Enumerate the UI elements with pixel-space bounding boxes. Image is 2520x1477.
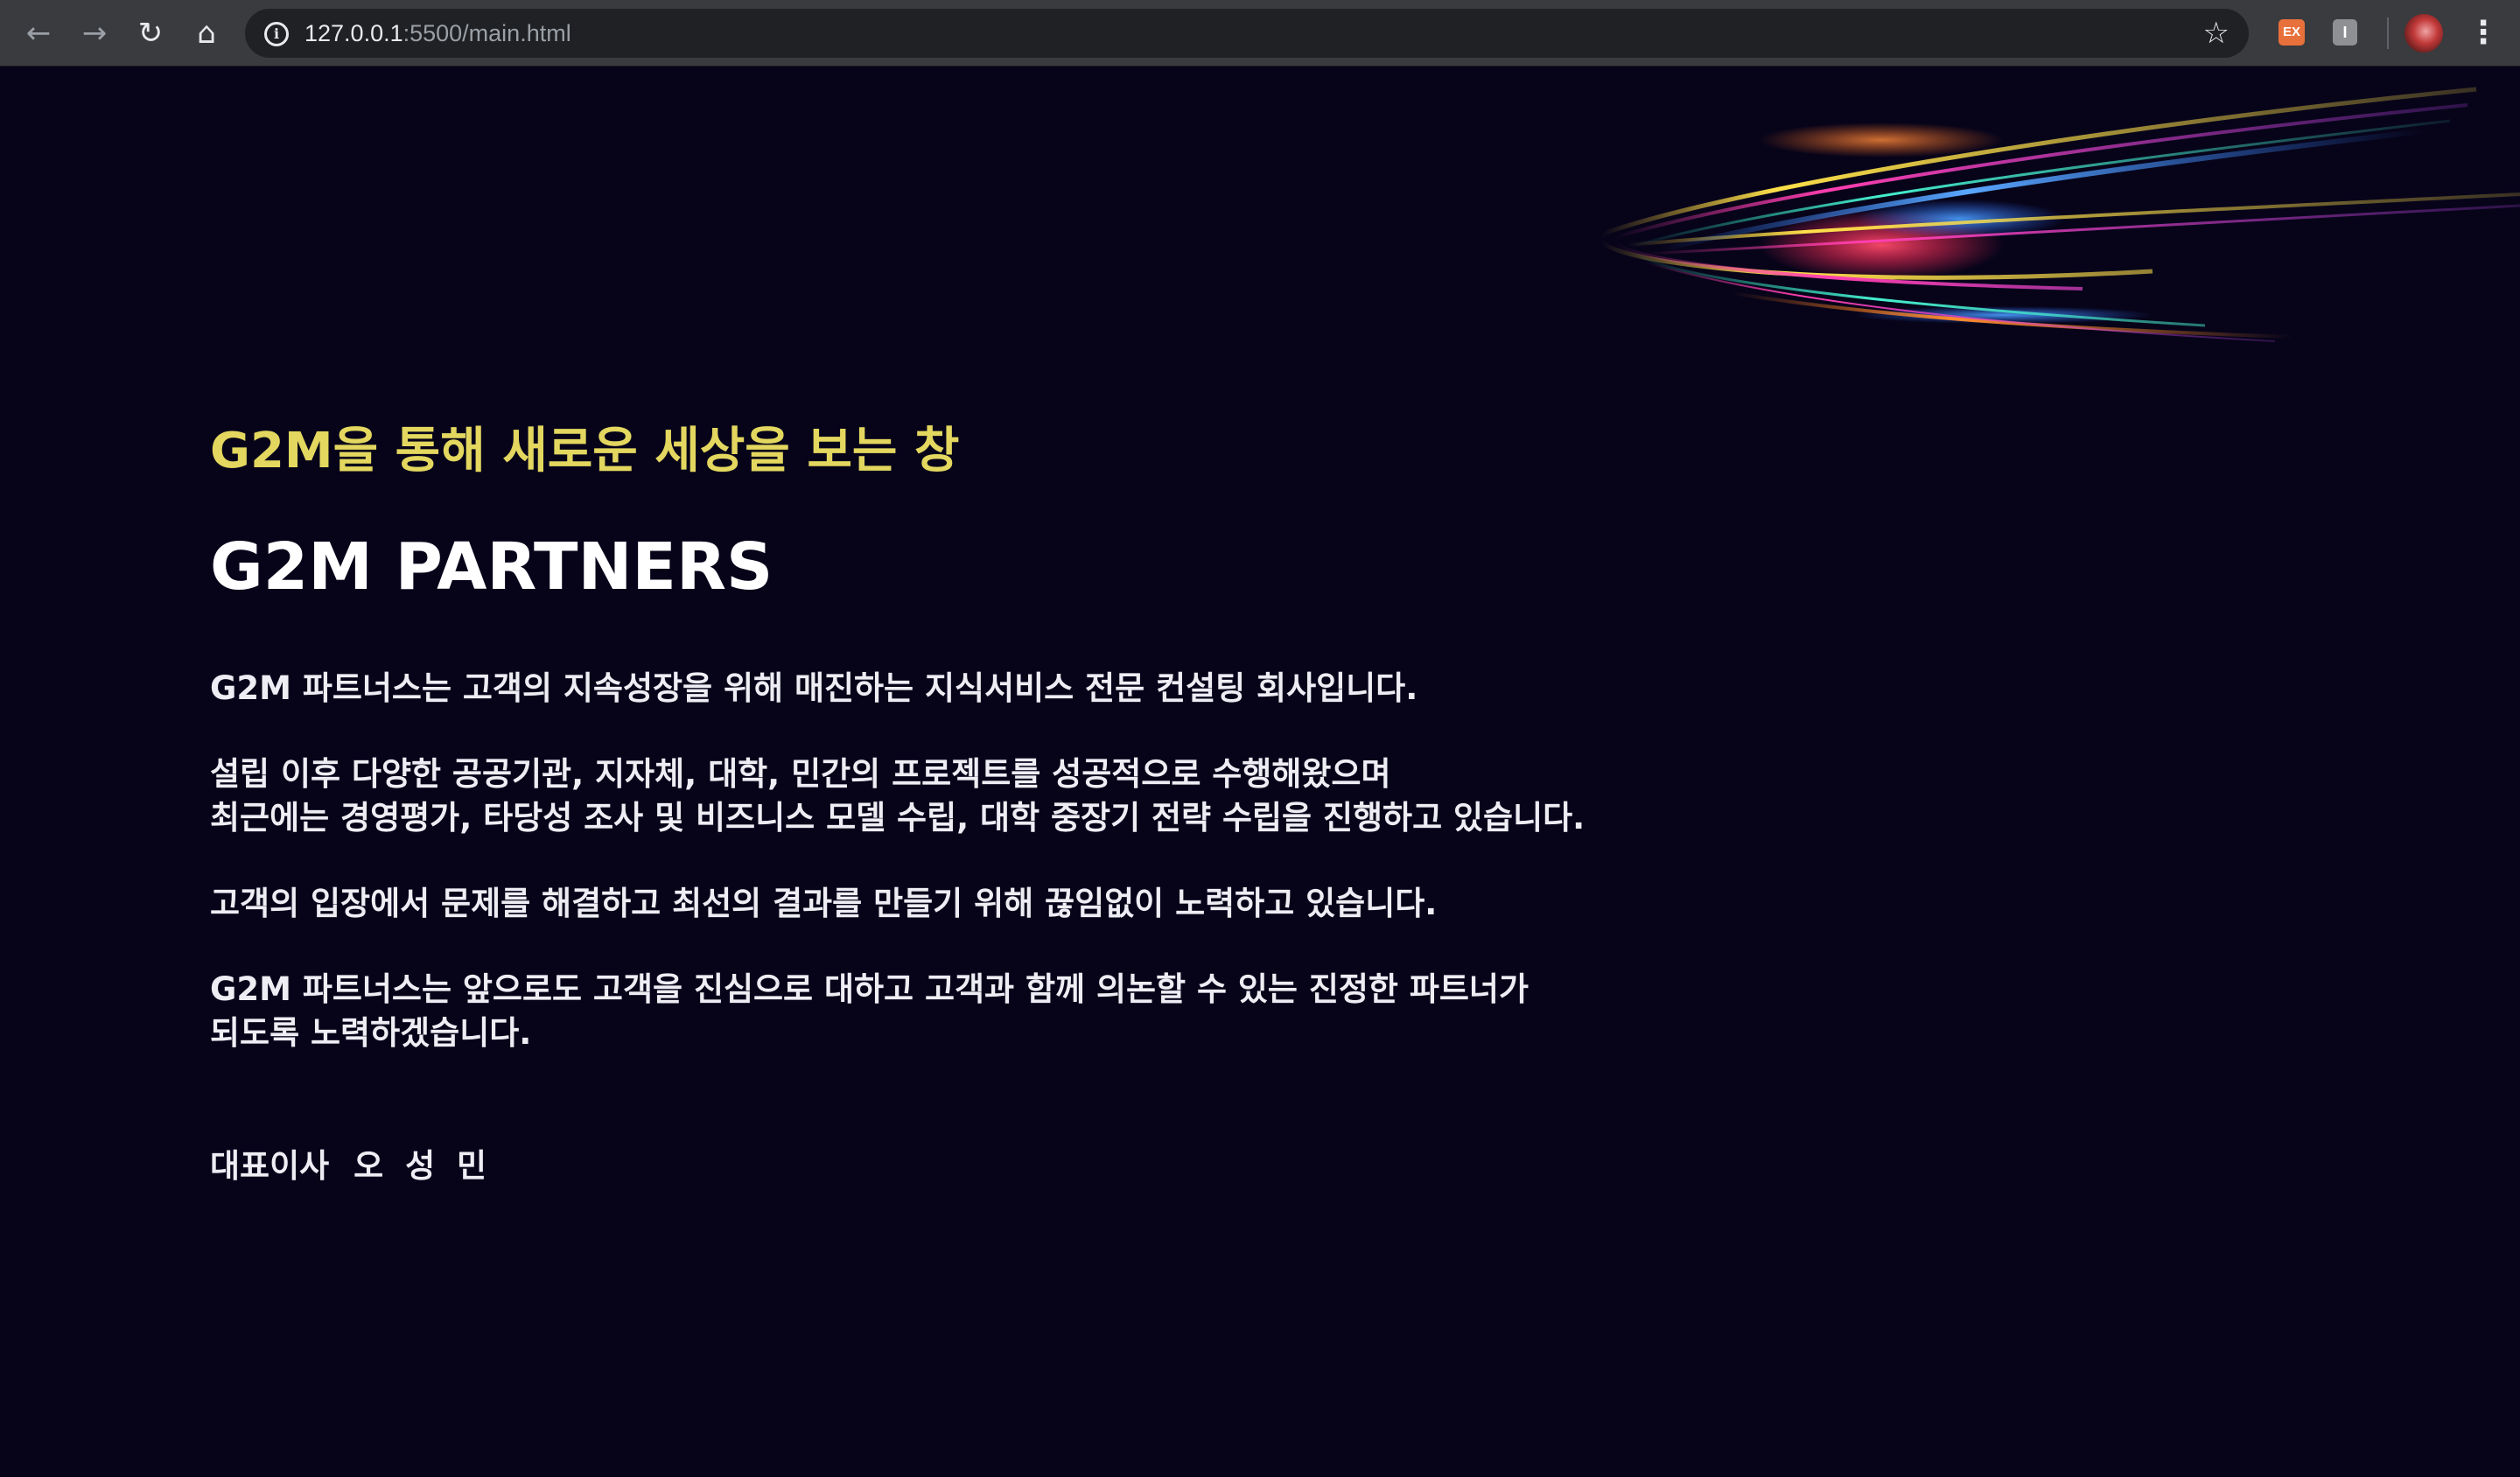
intro-paragraph: 고객의 입장에서 문제를 해결하고 최선의 결과를 만들기 위해 끊임없이 노력… — [210, 882, 1750, 926]
intro-line: G2M 파트너스는 앞으로도 고객을 진심으로 대하고 고객과 함께 의논할 수… — [210, 970, 1529, 1008]
menu-icon[interactable]: ⋮ — [2468, 12, 2499, 54]
browser-toolbar: ← → ↻ ⌂ i 127.0.0.1:5500/main.html ☆ EX … — [0, 0, 2520, 66]
toolbar-divider — [2387, 18, 2389, 49]
intro-line: 되도록 노력하겠습니다. — [210, 1014, 532, 1052]
url-text[interactable]: 127.0.0.1:5500/main.html — [304, 9, 571, 58]
page-tagline: G2M을 통해 새로운 세상을 보는 창 — [210, 423, 960, 480]
signature-title: 대표이사 — [210, 1147, 330, 1185]
url-path: :5500/main.html — [402, 20, 571, 46]
page-title: G2M PARTNERS — [210, 529, 774, 605]
address-bar[interactable]: i 127.0.0.1:5500/main.html ☆ — [245, 9, 2249, 58]
reload-icon[interactable]: ↻ — [130, 12, 172, 54]
back-icon[interactable]: ← — [18, 12, 60, 54]
avatar[interactable] — [2404, 14, 2443, 52]
intro-paragraph: G2M 파트너스는 고객의 지속성장을 위해 매진하는 지식서비스 전문 컨설팅… — [210, 667, 1750, 710]
home-icon[interactable]: ⌂ — [186, 12, 228, 54]
intro-line: 설립 이후 다양한 공공기관, 지자체, 대학, 민간의 프로젝트를 성공적으로… — [210, 755, 1391, 793]
intro-line: G2M 파트너스는 고객의 지속성장을 위해 매진하는 지식서비스 전문 컨설팅… — [210, 669, 1418, 707]
signature: 대표이사 오 성 민 — [210, 1139, 492, 1186]
url-host: 127.0.0.1 — [304, 20, 403, 46]
extension-i-icon[interactable]: I — [2333, 19, 2357, 46]
intro-text: G2M 파트너스는 고객의 지속성장을 위해 매진하는 지식서비스 전문 컨설팅… — [210, 667, 1750, 1055]
star-icon[interactable]: ☆ — [2203, 9, 2230, 58]
forward-icon[interactable]: → — [74, 12, 116, 54]
light-streaks-graphic — [1598, 87, 2520, 342]
intro-paragraph: G2M 파트너스는 앞으로도 고객을 진심으로 대하고 고객과 함께 의논할 수… — [210, 968, 1750, 1055]
signature-name: 오 성 민 — [354, 1147, 493, 1185]
intro-line: 고객의 입장에서 문제를 해결하고 최선의 결과를 만들기 위해 끊임없이 노력… — [210, 885, 1438, 922]
intro-paragraph: 설립 이후 다양한 공공기관, 지자체, 대학, 민간의 프로젝트를 성공적으로… — [210, 752, 1750, 840]
extension-ex-icon[interactable]: EX — [2278, 19, 2305, 46]
info-icon[interactable]: i — [264, 22, 289, 46]
intro-line: 최근에는 경영평가, 타당성 조사 및 비즈니스 모델 수립, 대학 중장기 전… — [210, 799, 1586, 836]
